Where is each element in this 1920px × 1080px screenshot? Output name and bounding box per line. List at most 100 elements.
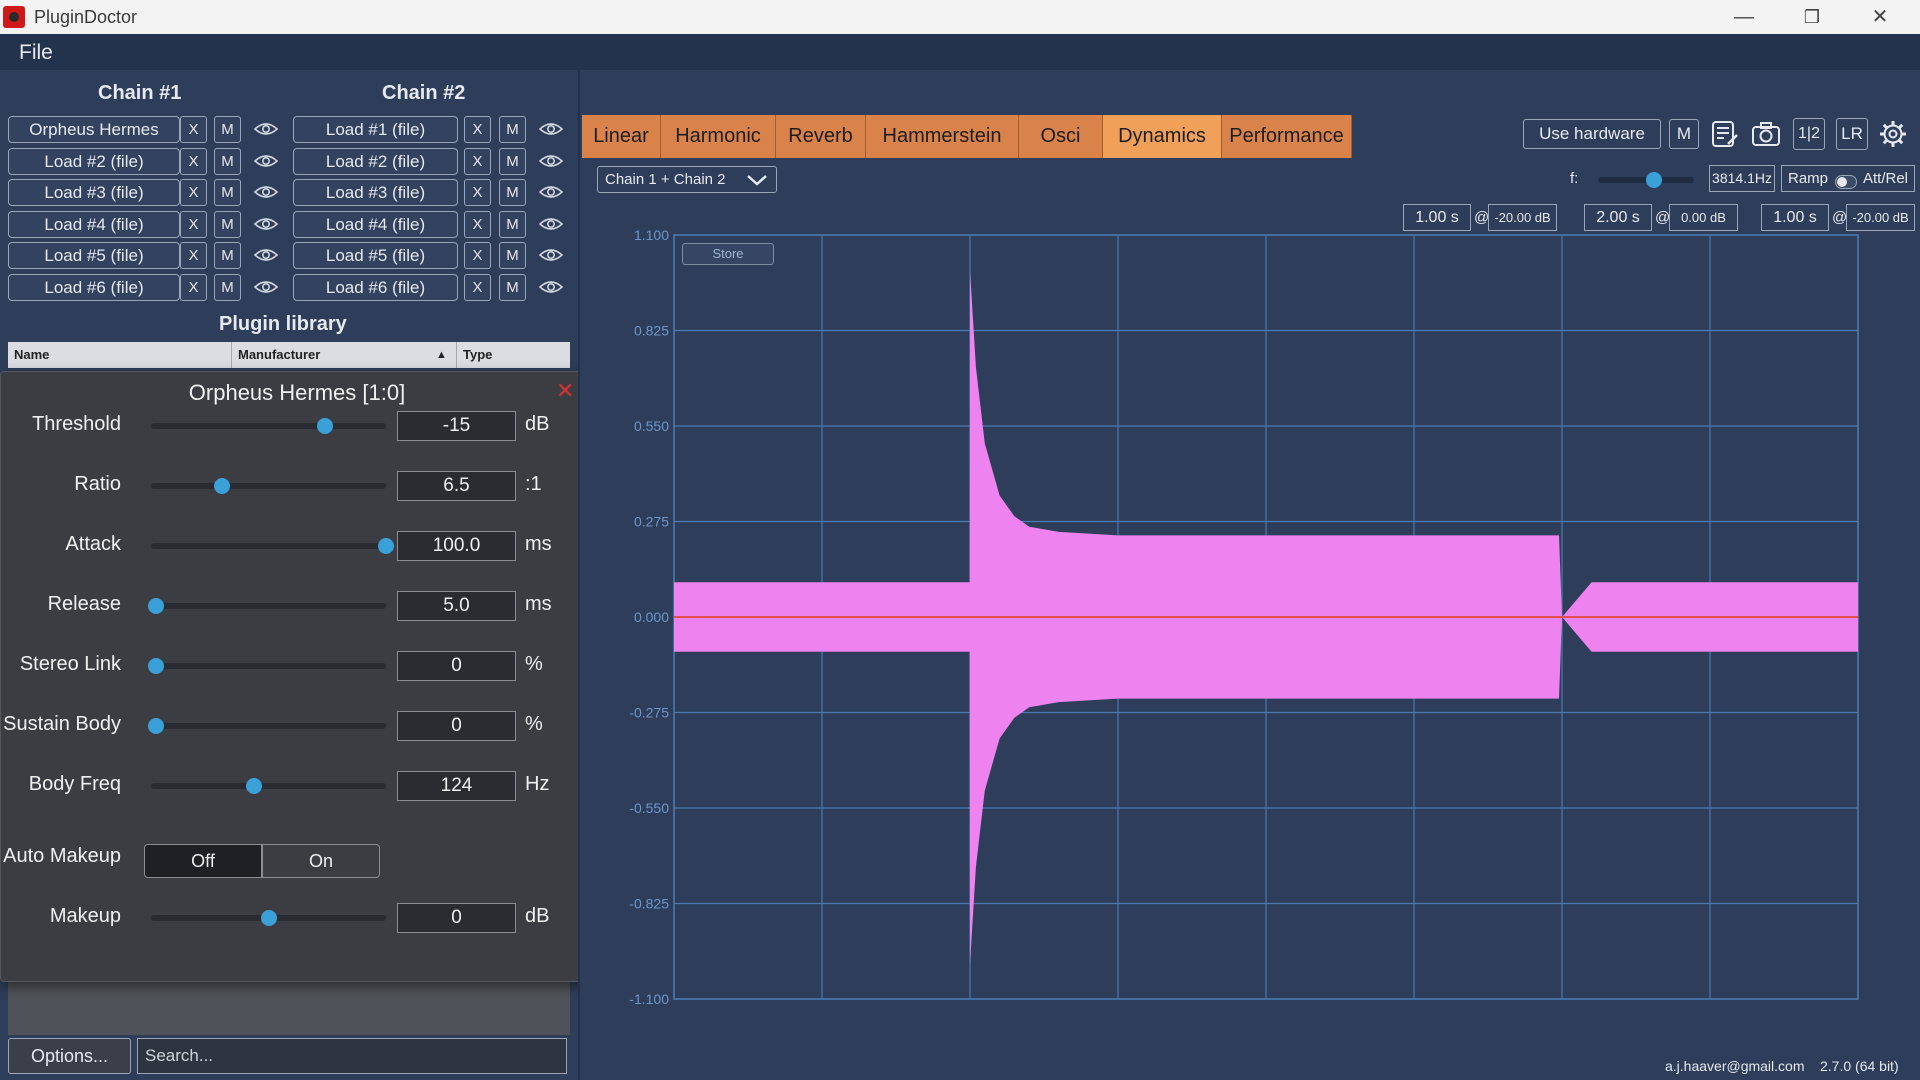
attack-label: Attack [65, 533, 121, 555]
stereo-link-unit: % [525, 653, 543, 675]
chain1-slot-1[interactable]: Orpheus Hermes [8, 116, 180, 143]
stereo-link-value-field[interactable]: 0 [397, 651, 516, 681]
chain2-remove-button[interactable]: X [464, 210, 491, 238]
library-table-header: Name Manufacturer ▲ Type [8, 342, 570, 368]
eye-icon[interactable] [538, 247, 564, 263]
chain2-slot-5[interactable]: Load #5 (file) [293, 242, 458, 269]
eye-icon[interactable] [253, 184, 279, 200]
library-list[interactable] [8, 975, 570, 1035]
chain2-remove-button[interactable]: X [464, 179, 491, 206]
y-tick-label: 0.275 [634, 514, 669, 530]
search-input[interactable] [137, 1038, 567, 1074]
chain1-mute-button[interactable]: M [214, 116, 241, 143]
makeup-slider[interactable] [151, 910, 386, 926]
chain2-slot-6[interactable]: Load #6 (file) [293, 273, 458, 301]
chain2-mute-button[interactable]: M [499, 179, 526, 206]
sustain-body-label: Sustain Body [3, 713, 121, 735]
makeup-value-field[interactable]: 0 [397, 903, 516, 933]
eye-icon[interactable] [538, 184, 564, 200]
attack-slider-handle[interactable] [378, 538, 394, 554]
chain2-slot-3[interactable]: Load #3 (file) [293, 179, 458, 206]
sustain-body-slider-handle[interactable] [147, 718, 164, 734]
eye-icon[interactable] [538, 153, 564, 169]
chain2-mute-button[interactable]: M [499, 210, 526, 238]
chain1-remove-button[interactable]: X [180, 116, 207, 143]
chain1-mute-button[interactable]: M [214, 273, 241, 301]
column-manufacturer[interactable]: Manufacturer ▲ [232, 342, 457, 368]
sustain-body-value-field[interactable]: 0 [397, 711, 516, 741]
auto-makeup-off-button[interactable]: Off [144, 844, 262, 878]
chain1-slot-5[interactable]: Load #5 (file) [8, 242, 180, 269]
close-plugin-window-button[interactable]: ✕ [556, 378, 574, 404]
chain1-remove-button[interactable]: X [180, 273, 207, 301]
plugin-library-title: Plugin library [219, 313, 347, 335]
chain2-mute-button[interactable]: M [499, 147, 526, 175]
threshold-slider[interactable] [151, 418, 386, 434]
chain1-remove-button[interactable]: X [180, 179, 207, 206]
chain1-mute-button[interactable]: M [214, 242, 241, 269]
chain2-slot-2[interactable]: Load #2 (file) [293, 147, 458, 175]
chain2-mute-button[interactable]: M [499, 242, 526, 269]
chain2-remove-button[interactable]: X [464, 242, 491, 269]
eye-icon[interactable] [253, 153, 279, 169]
chain2-remove-button[interactable]: X [464, 147, 491, 175]
minimize-button[interactable]: — [1710, 0, 1778, 34]
release-slider[interactable] [147, 598, 386, 614]
eye-icon[interactable] [253, 121, 279, 137]
column-type[interactable]: Type [457, 342, 570, 368]
chain1-remove-button[interactable]: X [180, 242, 207, 269]
body-freq-label: Body Freq [28, 773, 121, 795]
sustain-body-slider[interactable] [147, 718, 386, 734]
close-window-button[interactable]: ✕ [1846, 0, 1914, 34]
body-freq-value-field[interactable]: 124 [397, 771, 516, 801]
chain2-mute-button[interactable]: M [499, 116, 526, 143]
chain1-slot-6[interactable]: Load #6 (file) [8, 273, 180, 301]
body-freq-slider-handle[interactable] [246, 778, 263, 794]
eye-icon[interactable] [253, 247, 279, 263]
eye-icon[interactable] [253, 279, 279, 295]
chain2-slot-4[interactable]: Load #4 (file) [293, 210, 458, 238]
eye-icon[interactable] [538, 121, 564, 137]
chain1-mute-button[interactable]: M [214, 179, 241, 206]
ratio-value-field[interactable]: 6.5 [397, 471, 516, 501]
attack-unit: ms [525, 533, 552, 555]
menu-file[interactable]: File [19, 41, 53, 65]
chain2-remove-button[interactable]: X [464, 273, 491, 301]
maximize-button[interactable]: ❐ [1778, 0, 1846, 34]
ratio-slider-handle[interactable] [213, 478, 230, 494]
threshold-value-field[interactable]: -15 [397, 411, 516, 441]
eye-icon[interactable] [538, 279, 564, 295]
app-logo-icon [3, 6, 25, 28]
sort-ascending-icon: ▲ [436, 349, 447, 361]
body-freq-unit: Hz [525, 773, 550, 795]
body-freq-slider[interactable] [151, 778, 386, 794]
eye-icon[interactable] [538, 216, 564, 232]
chain1-mute-button[interactable]: M [214, 210, 241, 238]
chain1-remove-button[interactable]: X [180, 210, 207, 238]
options-button[interactable]: Options... [8, 1038, 131, 1074]
auto-makeup-on-button[interactable]: On [262, 844, 380, 878]
chain1-remove-button[interactable]: X [180, 147, 207, 175]
release-slider-handle[interactable] [147, 598, 164, 614]
plugin-window-title: Orpheus Hermes [1:0] [188, 380, 406, 405]
eye-icon[interactable] [253, 216, 279, 232]
column-name[interactable]: Name [8, 342, 232, 368]
store-button[interactable]: Store [682, 243, 774, 265]
release-value-field[interactable]: 5.0 [397, 591, 516, 621]
chain2-slot-1[interactable]: Load #1 (file) [293, 116, 458, 143]
chain2-mute-button[interactable]: M [499, 273, 526, 301]
chain1-slot-3[interactable]: Load #3 (file) [8, 179, 180, 206]
stereo-link-slider[interactable] [147, 658, 386, 674]
chain1-mute-button[interactable]: M [214, 147, 241, 175]
chain1-slot-4[interactable]: Load #4 (file) [8, 210, 180, 238]
release-unit: ms [525, 593, 552, 615]
attack-value-field[interactable]: 100.0 [397, 531, 516, 561]
chain1-slot-2[interactable]: Load #2 (file) [8, 147, 180, 175]
ratio-slider[interactable] [151, 478, 386, 494]
makeup-slider-handle[interactable] [260, 910, 277, 926]
y-tick-label: 0.825 [634, 323, 669, 339]
stereo-link-slider-handle[interactable] [147, 658, 164, 674]
attack-slider[interactable] [151, 538, 394, 554]
threshold-slider-handle[interactable] [316, 418, 333, 434]
chain2-remove-button[interactable]: X [464, 116, 491, 143]
